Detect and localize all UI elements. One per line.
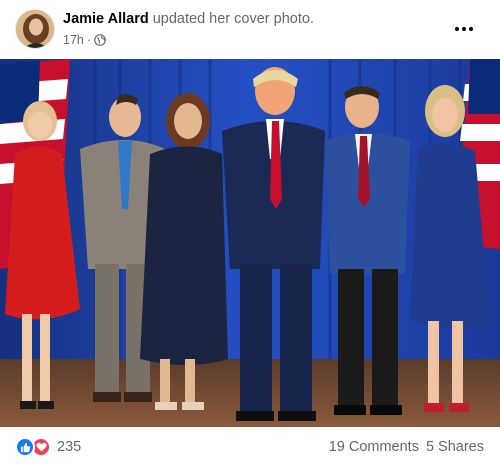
facebook-post: Jamie Allard updated her cover photo. 17…	[0, 0, 500, 467]
meta-separator: ·	[86, 33, 92, 47]
post-timestamp[interactable]: 17h	[63, 33, 84, 47]
post-stats: 19 Comments 5 Shares	[329, 439, 484, 455]
reaction-count: 235	[57, 439, 82, 455]
post-action-text: updated her cover photo.	[152, 11, 314, 27]
shares-count-link[interactable]: 5 Shares	[426, 439, 484, 455]
author-name[interactable]: Jamie Allard	[63, 11, 149, 27]
more-options-icon[interactable]	[450, 19, 478, 39]
like-icon	[15, 437, 35, 457]
post-meta: 17h ·	[63, 33, 106, 47]
post-header: Jamie Allard updated her cover photo. 17…	[0, 0, 500, 58]
comments-count-link[interactable]: 19 Comments	[329, 439, 419, 455]
post-title-line: Jamie Allard updated her cover photo.	[63, 11, 314, 27]
reactions-summary[interactable]: 235	[15, 437, 81, 457]
globe-icon[interactable]	[94, 34, 106, 46]
post-footer: 235 19 Comments 5 Shares	[0, 427, 500, 467]
cover-photo[interactable]	[0, 59, 500, 427]
author-avatar[interactable]	[15, 9, 55, 49]
